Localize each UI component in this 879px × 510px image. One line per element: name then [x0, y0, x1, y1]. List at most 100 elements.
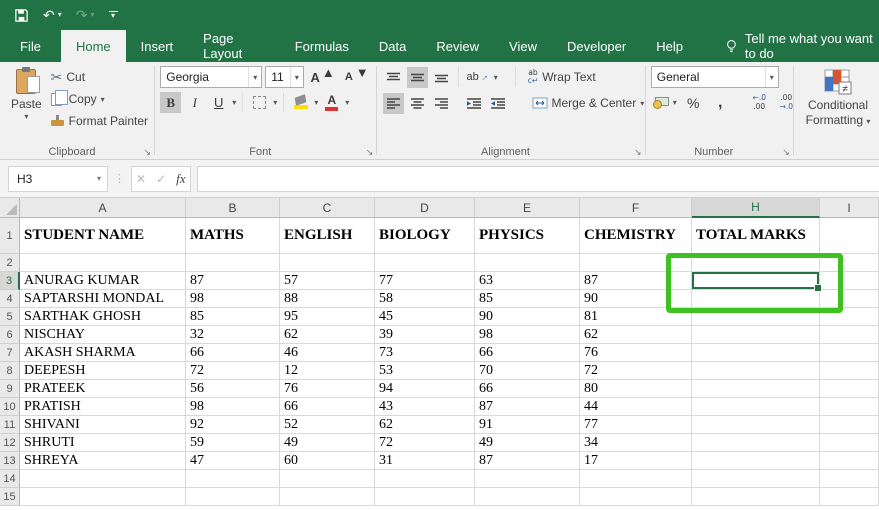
cell-B1[interactable]: MATHS	[186, 218, 280, 254]
comma-style-button[interactable]: ,	[710, 92, 731, 113]
cell-H12[interactable]	[692, 434, 820, 452]
name-box[interactable]: H3 ▾	[8, 166, 108, 192]
cell-A9[interactable]: PRATEEK	[20, 380, 186, 398]
insert-function-icon[interactable]: fx	[176, 171, 185, 187]
row-header-12[interactable]: 12	[0, 434, 20, 452]
cell-F8[interactable]: 72	[580, 362, 692, 380]
cell-D8[interactable]: 53	[375, 362, 475, 380]
cell-E13[interactable]: 87	[475, 452, 580, 470]
font-color-dropdown-icon[interactable]: ▾	[345, 98, 349, 107]
undo-button[interactable]: ↶▾	[43, 8, 62, 22]
cell-I12[interactable]	[820, 434, 879, 452]
font-size-dropdown-icon[interactable]: ▾	[290, 67, 303, 87]
column-header-F[interactable]: F	[580, 198, 692, 218]
cell-D15[interactable]	[375, 488, 475, 506]
cell-B15[interactable]	[186, 488, 280, 506]
fill-color-dropdown-icon[interactable]: ▾	[314, 98, 318, 107]
redo-button[interactable]: ↷▾	[76, 8, 95, 22]
cell-H8[interactable]	[692, 362, 820, 380]
column-header-B[interactable]: B	[186, 198, 280, 218]
font-name-dropdown-icon[interactable]: ▾	[248, 67, 261, 87]
cell-H1[interactable]: TOTAL MARKS	[692, 218, 820, 254]
cell-F6[interactable]: 62	[580, 326, 692, 344]
cell-I15[interactable]	[820, 488, 879, 506]
font-name-combo[interactable]: Georgia ▾	[160, 66, 262, 88]
shrink-font-button[interactable]: A▼	[341, 67, 372, 88]
cell-F5[interactable]: 81	[580, 308, 692, 326]
cell-F2[interactable]	[580, 254, 692, 272]
column-header-A[interactable]: A	[20, 198, 186, 218]
cell-H7[interactable]	[692, 344, 820, 362]
accounting-format-button[interactable]	[651, 92, 672, 113]
cell-B3[interactable]: 87	[186, 272, 280, 290]
column-header-E[interactable]: E	[475, 198, 580, 218]
row-header-15[interactable]: 15	[0, 488, 20, 506]
copy-button[interactable]: Copy ▾	[49, 88, 150, 110]
alignment-dialog-launcher[interactable]: ↘	[634, 148, 642, 157]
cell-D3[interactable]: 77	[375, 272, 475, 290]
borders-button[interactable]	[249, 92, 270, 113]
tab-data[interactable]: Data	[364, 30, 421, 62]
cell-A2[interactable]	[20, 254, 186, 272]
cell-I3[interactable]	[820, 272, 879, 290]
cell-A4[interactable]: SAPTARSHI MONDAL	[20, 290, 186, 308]
clipboard-dialog-launcher[interactable]: ↘	[143, 148, 151, 157]
paste-button[interactable]: Paste ▾	[6, 66, 47, 132]
customize-qat-button[interactable]: ▾	[109, 11, 118, 19]
cell-D6[interactable]: 39	[375, 326, 475, 344]
italic-button[interactable]: I	[184, 92, 205, 113]
cell-D1[interactable]: BIOLOGY	[375, 218, 475, 254]
cell-F1[interactable]: CHEMISTRY	[580, 218, 692, 254]
format-painter-button[interactable]: Format Painter	[49, 110, 150, 132]
fill-color-button[interactable]	[290, 92, 311, 113]
cell-D12[interactable]: 72	[375, 434, 475, 452]
cell-F10[interactable]: 44	[580, 398, 692, 416]
cell-C15[interactable]	[280, 488, 375, 506]
row-header-9[interactable]: 9	[0, 380, 20, 398]
underline-button[interactable]: U	[208, 92, 229, 113]
cell-I11[interactable]	[820, 416, 879, 434]
cell-A1[interactable]: STUDENT NAME	[20, 218, 186, 254]
tab-formulas[interactable]: Formulas	[280, 30, 364, 62]
cell-C6[interactable]: 62	[280, 326, 375, 344]
tab-view[interactable]: View	[494, 30, 552, 62]
column-header-I[interactable]: I	[820, 198, 879, 218]
cell-F3[interactable]: 87	[580, 272, 692, 290]
cell-E6[interactable]: 98	[475, 326, 580, 344]
font-color-button[interactable]: A	[321, 92, 342, 113]
cell-A10[interactable]: PRATISH	[20, 398, 186, 416]
cell-A12[interactable]: SHRUTI	[20, 434, 186, 452]
cell-I8[interactable]	[820, 362, 879, 380]
tab-developer[interactable]: Developer	[552, 30, 641, 62]
cell-B4[interactable]: 98	[186, 290, 280, 308]
cell-C8[interactable]: 12	[280, 362, 375, 380]
cell-E9[interactable]: 66	[475, 380, 580, 398]
cell-C2[interactable]	[280, 254, 375, 272]
formula-input[interactable]	[197, 166, 879, 192]
cell-D9[interactable]: 94	[375, 380, 475, 398]
font-size-combo[interactable]: 11 ▾	[265, 66, 304, 88]
cell-I7[interactable]	[820, 344, 879, 362]
merge-center-dropdown-icon[interactable]: ▾	[640, 99, 644, 108]
cell-B6[interactable]: 32	[186, 326, 280, 344]
row-header-3[interactable]: 3	[0, 272, 20, 290]
cell-H11[interactable]	[692, 416, 820, 434]
cell-I5[interactable]	[820, 308, 879, 326]
row-header-6[interactable]: 6	[0, 326, 20, 344]
cell-E12[interactable]: 49	[475, 434, 580, 452]
cell-E3[interactable]: 63	[475, 272, 580, 290]
accounting-dropdown-icon[interactable]: ▾	[673, 98, 677, 107]
cell-H3[interactable]	[692, 272, 820, 290]
formula-bar-splitter[interactable]: ⋮	[114, 172, 125, 185]
cell-B9[interactable]: 56	[186, 380, 280, 398]
cell-A8[interactable]: DEEPESH	[20, 362, 186, 380]
tab-file[interactable]: File	[0, 30, 61, 62]
cell-C11[interactable]: 52	[280, 416, 375, 434]
cell-C13[interactable]: 60	[280, 452, 375, 470]
cell-C3[interactable]: 57	[280, 272, 375, 290]
number-format-dropdown-icon[interactable]: ▾	[765, 67, 778, 87]
tab-home[interactable]: Home	[61, 30, 126, 62]
undo-dropdown-icon[interactable]: ▾	[58, 11, 62, 19]
cell-I9[interactable]	[820, 380, 879, 398]
cell-H4[interactable]	[692, 290, 820, 308]
